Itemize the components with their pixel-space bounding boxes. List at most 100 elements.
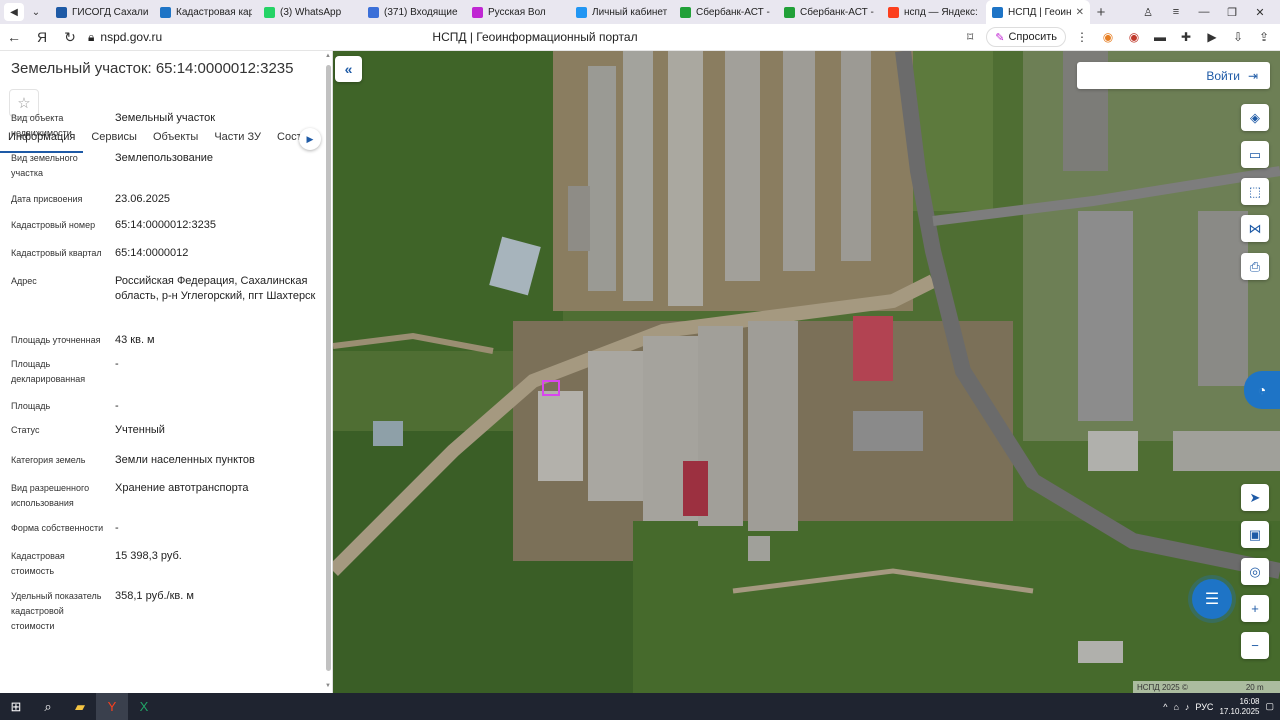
property-label: Кадастровый квартал <box>11 248 102 258</box>
tab-favicon-icon <box>680 6 691 18</box>
browser-tab[interactable]: ГИСОГД Сахалин <box>50 0 154 24</box>
media-icon[interactable]: ▶ <box>1202 27 1222 47</box>
browser-tab[interactable]: Кадастровая карт <box>154 0 258 24</box>
property-value: 15 398,3 руб. <box>115 550 182 562</box>
more-icon[interactable]: ⋮ <box>1072 27 1092 47</box>
tab-favicon-icon <box>576 6 587 18</box>
browser-tab[interactable]: Сбербанк-АСТ - Э <box>778 0 882 24</box>
scroll-thumb[interactable] <box>326 65 331 671</box>
satellite-imagery <box>333 51 1280 693</box>
tab-favicon-icon <box>888 6 899 18</box>
browser-tab[interactable]: НСПД | Геоинф ✕ <box>986 0 1090 24</box>
property-value: - <box>115 400 119 412</box>
login-icon: ⇥ <box>1247 68 1258 83</box>
panel-scrollbar[interactable]: ▲ ▼ <box>324 51 332 693</box>
browser-tab[interactable]: Сбербанк-АСТ - Э <box>674 0 778 24</box>
tab-favicon-icon <box>472 6 483 18</box>
audio-icon[interactable]: ◀︎ <box>4 3 24 21</box>
downloads-icon[interactable]: ⇩ <box>1228 27 1248 47</box>
print-icon[interactable]: ⎙ <box>1241 253 1269 280</box>
property-label: Кадастровая стоимость <box>11 551 65 576</box>
zoom-in-button[interactable]: + <box>1241 595 1269 622</box>
share-icon[interactable]: ⇪ <box>1254 27 1274 47</box>
tab-title: НСПД | Геоинф <box>1008 6 1071 18</box>
tab-parts[interactable]: Части ЗУ <box>206 127 269 153</box>
property-value: Земли населенных пунктов <box>115 454 255 466</box>
reload-button[interactable]: ↻ <box>56 24 84 50</box>
select-area-icon[interactable]: ⬚ <box>1241 178 1269 205</box>
restore-button[interactable]: ❐ <box>1220 1 1244 23</box>
ask-button[interactable]: ✎ Спросить <box>986 27 1066 47</box>
page-title: НСПД | Геоинформационный портал <box>432 30 638 44</box>
minimize-button[interactable]: — <box>1192 1 1216 23</box>
property-value: 43 кв. м <box>115 334 155 346</box>
excel-icon[interactable]: X <box>128 693 160 720</box>
address-bar-actions: ⌑ ✎ Спросить ⋮ ◉ ◉ ▬ ✚ ▶ ⇩ ⇪ <box>960 27 1274 47</box>
tab-favicon-icon <box>56 6 67 18</box>
extension-icon[interactable]: ▬ <box>1150 27 1170 47</box>
yandex-icon[interactable]: Я <box>28 24 56 50</box>
new-tab-button[interactable]: + <box>1090 1 1112 23</box>
property-label: Категория земель <box>11 455 86 465</box>
map-scale: 20 m <box>1245 682 1264 692</box>
url-field[interactable]: 🔒︎ nspd.gov.ru <box>88 30 162 45</box>
profile-icon[interactable]: ♙ <box>1136 1 1160 23</box>
tab-favicon-icon <box>784 6 795 18</box>
property-label: Статус <box>11 425 40 435</box>
ruler-icon[interactable]: ▭ <box>1241 141 1269 168</box>
browser-tab[interactable]: нспд — Яндекс: на <box>882 0 986 24</box>
bookmark-icon[interactable]: ⌑ <box>960 27 980 47</box>
tabs-list: ГИСОГД Сахалин Кадастровая карт (3) WhatsA… <box>50 0 1090 24</box>
property-value: 65:14:0000012 <box>115 247 189 259</box>
search-icon[interactable]: ⌕ <box>32 693 64 720</box>
zoom-out-button[interactable]: − <box>1241 632 1269 659</box>
extension-icon[interactable]: ◉ <box>1098 27 1118 47</box>
layers-icon[interactable]: ◈ <box>1241 104 1269 131</box>
map-view[interactable]: « Войти ⇥ ◈ ▭ ⬚ ⋈ ⎙ ◔ ➤ ▣ ◎ + − ☰ НСПД 2… <box>333 51 1280 693</box>
window-controls: ♙ ≡ — ❐ ✕ <box>1136 1 1280 23</box>
file-explorer-icon[interactable]: ▰ <box>64 693 96 720</box>
browser-tab[interactable]: (371) Входящие - <box>362 0 466 24</box>
property-value: 358,1 руб./кв. м <box>115 590 194 602</box>
notifications-icon[interactable]: ▢ <box>1265 701 1274 712</box>
volume-icon[interactable]: ♪ <box>1185 702 1190 712</box>
property-value: Учтенный <box>115 424 165 436</box>
property-label: Кадастровый номер <box>11 220 96 230</box>
tabs-dropdown-icon[interactable]: ⌄ <box>26 3 46 21</box>
my-location-icon[interactable]: ➤ <box>1241 484 1269 511</box>
login-button[interactable]: Войти ⇥ <box>1077 62 1270 89</box>
geolocate-icon[interactable]: ◎ <box>1241 558 1269 585</box>
property-label: Площадь <box>11 401 51 411</box>
menu-icon[interactable]: ≡ <box>1164 1 1188 23</box>
extensions-puzzle-icon[interactable]: ✚ <box>1176 27 1196 47</box>
tabs-scroll-right-icon[interactable]: ▶ <box>299 128 321 150</box>
scroll-up-icon[interactable]: ▲ <box>325 53 331 59</box>
property-value: Российская Федерация, Сахалинская област… <box>115 275 316 302</box>
info-panel: Земельный участок: 65:14:0000012:3235 ☆ … <box>0 51 333 693</box>
assistant-side-icon[interactable]: ◔ <box>1244 371 1280 409</box>
close-window-button[interactable]: ✕ <box>1248 1 1272 23</box>
tab-objects[interactable]: Объекты <box>145 127 206 153</box>
start-icon[interactable]: ⊞ <box>0 693 32 720</box>
scroll-down-icon[interactable]: ▼ <box>325 683 331 689</box>
yandex-browser-icon[interactable]: Y <box>96 693 128 720</box>
chat-icon[interactable]: ☰ <box>1192 579 1232 619</box>
network-icon[interactable]: ⌂ <box>1173 702 1178 712</box>
collapse-panel-icon[interactable]: « <box>335 56 362 82</box>
browser-tab[interactable]: Личный кабинет <box>570 0 674 24</box>
property-label: Дата присвоения <box>11 194 83 204</box>
clock[interactable]: 16:08 17.10.2025 <box>1219 697 1259 717</box>
tray-chevron-icon[interactable]: ^ <box>1163 702 1167 712</box>
language-indicator[interactable]: РУС <box>1195 702 1213 712</box>
browser-tab[interactable]: Русская Вол <box>466 0 570 24</box>
back-button[interactable]: ← <box>0 24 28 50</box>
extension-icon[interactable]: ◉ <box>1124 27 1144 47</box>
minimap-icon[interactable]: ▣ <box>1241 521 1269 548</box>
tab-title: ГИСОГД Сахалин <box>72 6 148 18</box>
property-value: 65:14:0000012:3235 <box>115 219 216 231</box>
tab-close-icon[interactable]: ✕ <box>1076 7 1084 18</box>
browser-tab[interactable]: (3) WhatsApp <box>258 0 362 24</box>
tab-title: Сбербанк-АСТ - Э <box>800 6 876 18</box>
share-map-icon[interactable]: ⋈ <box>1241 215 1269 242</box>
tab-favicon-icon <box>992 6 1003 18</box>
